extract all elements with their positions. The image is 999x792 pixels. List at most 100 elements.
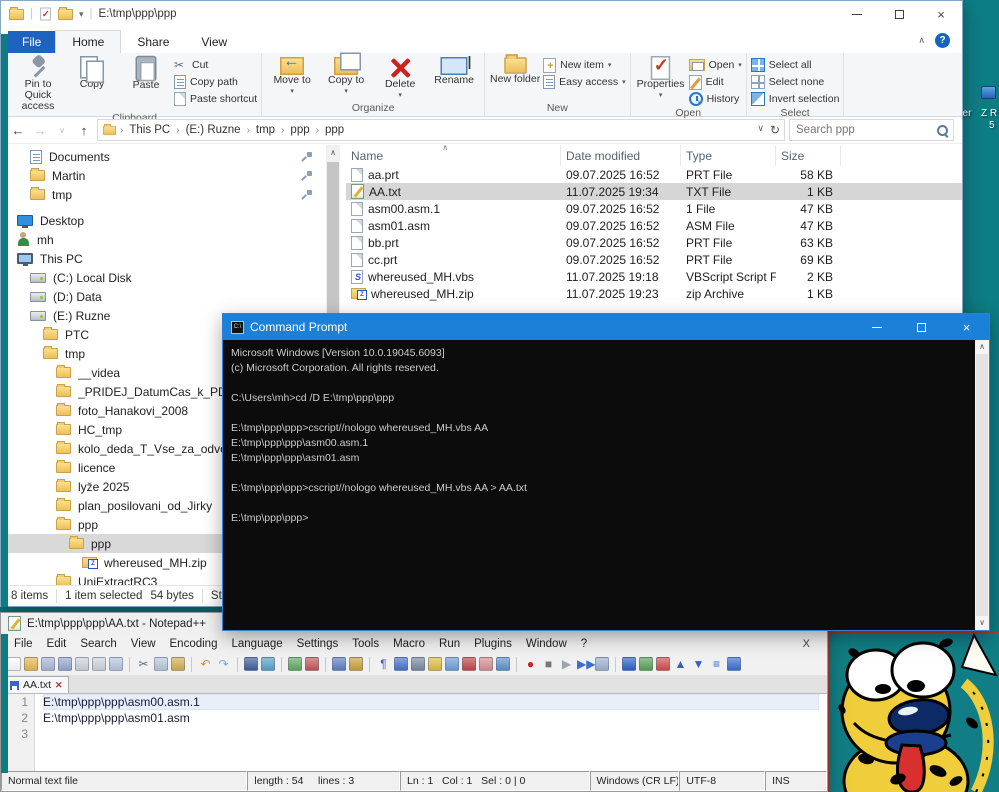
console-scrollbar[interactable]: ∧ ∨ [975, 340, 989, 630]
maximize-button[interactable] [878, 1, 920, 27]
menu-window[interactable]: Window [519, 638, 574, 650]
column-header-name[interactable]: Name∧ [346, 145, 561, 166]
ribbon-button-easy-access[interactable]: Easy access▾ [543, 74, 625, 90]
compare-clear-icon[interactable] [656, 657, 670, 671]
close-all-icon[interactable] [92, 657, 106, 671]
recent-locations-icon[interactable]: ∨ [53, 126, 71, 135]
replace-icon[interactable] [261, 657, 275, 671]
tab-file[interactable]: File [8, 31, 55, 53]
fold-current-icon[interactable]: ≡ [709, 657, 724, 672]
menu-encoding[interactable]: Encoding [163, 638, 225, 650]
save-macro-icon[interactable] [595, 657, 609, 671]
column-header-date-modified[interactable]: Date modified [561, 145, 681, 166]
file-row[interactable]: whereused_MH.zip11.07.2025 19:23zip Arch… [346, 285, 962, 302]
paste-icon[interactable] [171, 657, 185, 671]
open-file-icon[interactable] [24, 657, 38, 671]
ribbon-button-paste-shortcut[interactable]: Paste shortcut [174, 91, 257, 107]
new-file-icon[interactable] [7, 657, 21, 671]
scrollbar-thumb[interactable] [976, 354, 988, 616]
menu-tools[interactable]: Tools [345, 638, 386, 650]
ribbon-button-open[interactable]: Open▾ [689, 57, 742, 73]
ribbon-button-select-all[interactable]: Select all [751, 57, 840, 73]
menu-file[interactable]: File [7, 638, 40, 650]
bookmark-icon[interactable] [622, 657, 636, 671]
breadcrumb-item[interactable]: ppp [322, 124, 347, 136]
search-icon[interactable] [936, 124, 949, 137]
file-row[interactable]: AA.txt11.07.2025 19:34TXT File1 KB [346, 183, 962, 200]
zoom-out-icon[interactable] [305, 657, 319, 671]
ribbon-button-history[interactable]: History [689, 91, 742, 107]
file-row[interactable]: bb.prt09.07.2025 16:52PRT File63 KB [346, 234, 962, 251]
file-row[interactable]: cc.prt09.07.2025 16:52PRT File69 KB [346, 251, 962, 268]
search-input[interactable] [794, 123, 936, 137]
undo-icon[interactable]: ↶ [198, 657, 213, 672]
explorer-title-bar[interactable]: | ▾ | E:\tmp\ppp\ppp × [1, 1, 962, 27]
zoom-in-icon[interactable] [288, 657, 302, 671]
sidebar-item--c-local-disk[interactable]: (C:) Local Disk [1, 268, 326, 287]
ribbon-button-copy-to[interactable]: Copy to▾ [320, 55, 372, 97]
sidebar-item-documents[interactable]: Documents [1, 147, 326, 166]
ribbon-button-rename[interactable]: Rename [428, 55, 480, 86]
sidebar-item-this-pc[interactable]: This PC [1, 249, 326, 268]
close-button[interactable]: × [920, 1, 962, 27]
cut-icon[interactable]: ✂ [136, 657, 151, 672]
document-map-icon[interactable] [445, 657, 459, 671]
menu-search[interactable]: Search [73, 638, 123, 650]
redo-icon[interactable]: ↷ [216, 657, 231, 672]
collapse-ribbon-icon[interactable]: ∧ [918, 35, 925, 46]
compare-icon[interactable] [639, 657, 653, 671]
minimize-button[interactable] [836, 1, 878, 27]
copy-icon[interactable] [154, 657, 168, 671]
ribbon-button-new-item[interactable]: New item▾ [543, 57, 625, 73]
sidebar-item-desktop[interactable]: Desktop [1, 211, 326, 230]
word-wrap-icon[interactable]: ¶ [376, 657, 391, 672]
tab-share[interactable]: Share [121, 31, 185, 53]
menu-plugins[interactable]: Plugins [467, 638, 519, 650]
ribbon-button-new-folder[interactable]: New folder [489, 55, 541, 85]
properties-quick-icon[interactable] [40, 8, 50, 21]
doc-list-icon[interactable] [727, 657, 741, 671]
ribbon-button-edit[interactable]: Edit [689, 74, 742, 90]
sidebar-item-tmp[interactable]: tmp [1, 185, 326, 204]
help-icon[interactable]: ? [935, 33, 950, 48]
sidebar-item--d-data[interactable]: (D:) Data [1, 287, 326, 306]
column-header-size[interactable]: Size [776, 145, 841, 166]
ribbon-button-paste[interactable]: Paste [120, 55, 172, 91]
editor[interactable]: 123 E:\tmp\ppp\ppp\asm00.asm.1E:\tmp\ppp… [1, 694, 827, 771]
desktop-shortcut-icon[interactable] [981, 86, 996, 99]
show-all-characters-icon[interactable] [394, 657, 408, 671]
sync-vertical-icon[interactable] [332, 657, 346, 671]
stop-recording-icon[interactable]: ■ [541, 657, 556, 672]
save-icon[interactable] [41, 657, 55, 671]
tab-close-icon[interactable]: ✕ [55, 680, 63, 691]
desktop-icon-label[interactable]: 5 [989, 120, 995, 131]
breadcrumb-item[interactable]: This PC [126, 124, 173, 136]
fold-all-icon[interactable]: ▲ [673, 657, 688, 672]
file-row[interactable]: aa.prt09.07.2025 16:52PRT File58 KB [346, 166, 962, 183]
sync-horizontal-icon[interactable] [349, 657, 363, 671]
tab-home[interactable]: Home [55, 30, 121, 53]
scroll-down-icon[interactable]: ∨ [975, 616, 989, 630]
ribbon-button-invert-selection[interactable]: Invert selection [751, 91, 840, 107]
save-all-icon[interactable] [58, 657, 72, 671]
indent-guide-icon[interactable] [411, 657, 425, 671]
console-minimize-button[interactable] [854, 314, 899, 340]
scroll-up-icon[interactable]: ∧ [975, 340, 989, 354]
ribbon-button-move-to[interactable]: Move to▾ [266, 55, 318, 97]
breadcrumb-item[interactable]: tmp [253, 124, 278, 136]
view-icon[interactable] [496, 657, 510, 671]
function-list-icon[interactable] [428, 657, 442, 671]
menu-settings[interactable]: Settings [290, 638, 346, 650]
ribbon-button-delete[interactable]: Delete▾ [374, 55, 426, 101]
console-close-button[interactable]: × [944, 314, 989, 340]
unfold-all-icon[interactable]: ▼ [691, 657, 706, 672]
menu-macro[interactable]: Macro [386, 638, 432, 650]
folder-as-workspace-icon[interactable] [479, 657, 493, 671]
file-row[interactable]: whereused_MH.vbs11.07.2025 19:18VBScript… [346, 268, 962, 285]
tab-view[interactable]: View [185, 31, 243, 53]
close-icon[interactable] [75, 657, 89, 671]
ribbon-button-copy-path[interactable]: Copy path [174, 74, 257, 90]
folder-quick-icon[interactable] [58, 9, 73, 20]
ribbon-button-properties[interactable]: Properties▾ [635, 55, 687, 101]
menu-edit[interactable]: Edit [40, 638, 74, 650]
